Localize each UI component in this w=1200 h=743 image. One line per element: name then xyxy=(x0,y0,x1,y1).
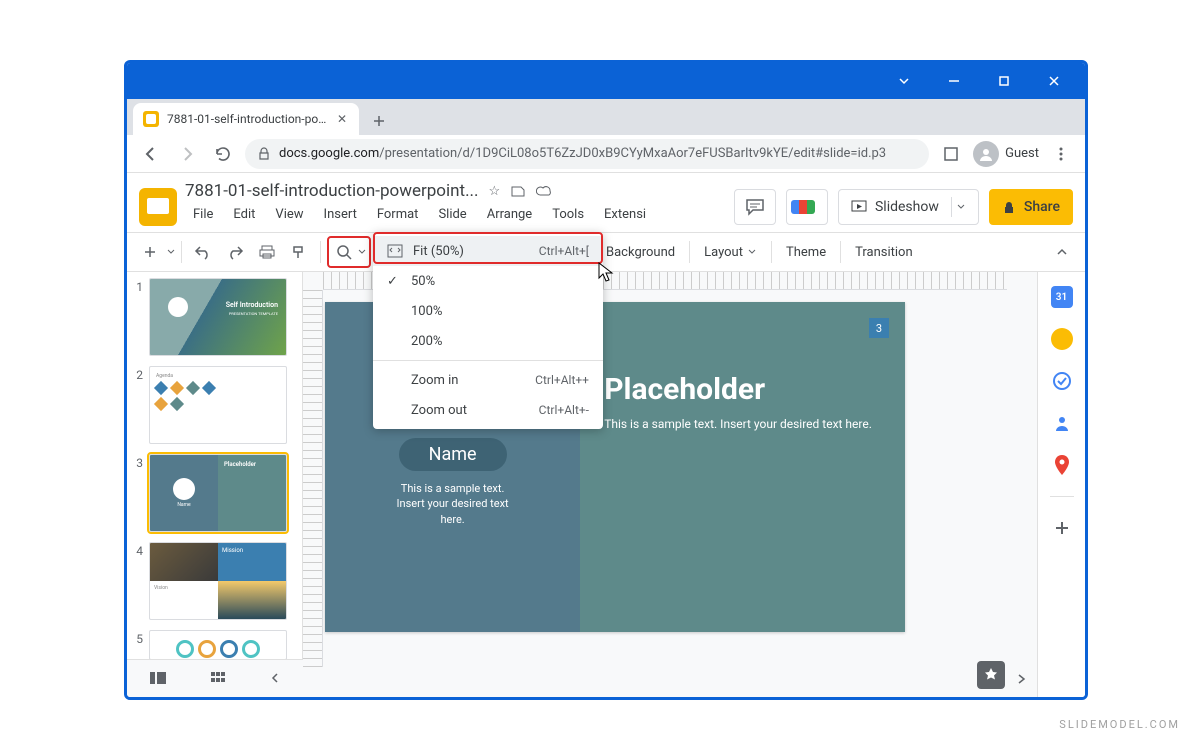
zoom-in-item[interactable]: Zoom inCtrl+Alt++ xyxy=(373,365,603,395)
avatar-icon xyxy=(973,141,999,167)
slide-thumb-3[interactable]: Name Placeholder xyxy=(149,454,287,532)
workspace: 1 Self Introduction PRESENTATION TEMPLAT… xyxy=(127,272,1085,697)
new-slide-button[interactable] xyxy=(135,237,165,267)
slide-filmstrip: 1 Self Introduction PRESENTATION TEMPLAT… xyxy=(127,272,303,659)
address-bar: docs.google.com/presentation/d/1D9CiL08o… xyxy=(127,135,1085,173)
slideshow-button[interactable]: Slideshow xyxy=(838,189,979,225)
fit-icon xyxy=(387,244,403,258)
grid-view-icon[interactable] xyxy=(210,671,226,685)
move-icon[interactable] xyxy=(510,183,526,199)
menu-insert[interactable]: Insert xyxy=(316,203,365,226)
name-pill: Name xyxy=(399,438,507,471)
page-number-badge: 3 xyxy=(869,318,889,338)
omnibox[interactable]: docs.google.com/presentation/d/1D9CiL08o… xyxy=(245,139,929,169)
slides-favicon xyxy=(143,111,159,127)
profile-chip[interactable]: Guest xyxy=(973,141,1039,167)
tab-close-icon[interactable]: ✕ xyxy=(335,110,349,128)
extension-icon[interactable] xyxy=(937,140,965,168)
print-button[interactable] xyxy=(252,237,282,267)
url-text: docs.google.com/presentation/d/1D9CiL08o… xyxy=(279,146,886,161)
collapse-filmstrip-icon[interactable] xyxy=(269,671,281,685)
zoom-icon xyxy=(331,237,357,267)
undo-button[interactable] xyxy=(188,237,218,267)
menu-slide[interactable]: Slide xyxy=(430,203,474,226)
slide-thumb-2[interactable]: Agenda xyxy=(149,366,287,444)
theme-button[interactable]: Theme xyxy=(778,237,834,267)
tab-strip: 7881-01-self-introduction-powe ✕ xyxy=(127,99,1085,135)
lock-icon xyxy=(257,147,271,161)
side-panel: 31 xyxy=(1037,272,1085,697)
menu-file[interactable]: File xyxy=(185,203,221,226)
chrome-menu-icon[interactable] xyxy=(1047,140,1075,168)
paint-format-button[interactable] xyxy=(284,237,314,267)
menu-tools[interactable]: Tools xyxy=(544,203,592,226)
zoom-menu: Fit (50%) Ctrl+Alt+[ ✓50% 100% 200% Zoom… xyxy=(373,232,603,429)
maps-icon[interactable] xyxy=(1051,454,1073,476)
menu-format[interactable]: Format xyxy=(369,203,427,226)
slide-subtitle: This is a sample text. Insert your desir… xyxy=(604,417,881,431)
menu-view[interactable]: View xyxy=(267,203,311,226)
scroll-right-icon[interactable] xyxy=(1011,669,1031,689)
explore-button[interactable] xyxy=(977,661,1005,689)
menu-bar: File Edit View Insert Format Slide Arran… xyxy=(185,201,666,232)
cloud-status-icon[interactable] xyxy=(536,184,554,198)
collapse-toolbar-button[interactable] xyxy=(1047,237,1077,267)
nav-reload-icon[interactable] xyxy=(209,140,237,168)
contacts-icon[interactable] xyxy=(1051,412,1073,434)
window-dropdown[interactable] xyxy=(881,66,927,96)
keep-icon[interactable] xyxy=(1051,328,1073,350)
zoom-50-item[interactable]: ✓50% xyxy=(373,266,603,296)
menu-arrange[interactable]: Arrange xyxy=(479,203,540,226)
window-close[interactable] xyxy=(1031,66,1077,96)
check-icon: ✓ xyxy=(387,274,401,289)
filmstrip-view-icon[interactable] xyxy=(149,671,167,685)
redo-button[interactable] xyxy=(220,237,250,267)
guest-label: Guest xyxy=(1005,146,1039,161)
star-icon[interactable]: ☆ xyxy=(489,184,501,199)
zoom-200-item[interactable]: 200% xyxy=(373,326,603,356)
slide-thumb-5[interactable] xyxy=(149,630,287,659)
new-slide-dropdown-icon[interactable] xyxy=(167,244,175,260)
calendar-icon[interactable]: 31 xyxy=(1051,286,1073,308)
zoom-100-item[interactable]: 100% xyxy=(373,296,603,326)
window-minimize[interactable] xyxy=(931,66,977,96)
slides-logo-icon[interactable] xyxy=(139,188,177,226)
transition-button[interactable]: Transition xyxy=(847,237,921,267)
nav-forward-icon[interactable] xyxy=(173,140,201,168)
zoom-button-highlighted[interactable] xyxy=(327,236,371,268)
ruler-vertical xyxy=(303,290,323,667)
zoom-dropdown-icon xyxy=(357,244,367,260)
cursor-icon xyxy=(596,262,614,284)
menu-extensions[interactable]: Extensi xyxy=(596,203,654,226)
app-header: 7881-01-self-introduction-powerpoint... … xyxy=(127,173,1085,232)
filmstrip-footer xyxy=(127,659,303,697)
watermark: SLIDEMODEL.COM xyxy=(1059,718,1180,731)
window-maximize[interactable] xyxy=(981,66,1027,96)
new-tab-button[interactable] xyxy=(365,107,393,135)
layout-button[interactable]: Layout xyxy=(696,237,765,267)
add-addon-icon[interactable] xyxy=(1051,517,1073,539)
slide-thumb-1[interactable]: Self Introduction PRESENTATION TEMPLATE xyxy=(149,278,287,356)
meet-button[interactable] xyxy=(786,189,828,225)
tasks-icon[interactable] xyxy=(1051,370,1073,392)
window-titlebar xyxy=(127,63,1085,99)
slides-app: 7881-01-self-introduction-powerpoint... … xyxy=(127,173,1085,697)
menu-edit[interactable]: Edit xyxy=(225,203,263,226)
slide-right-panel: 3 Placeholder This is a sample text. Ins… xyxy=(580,302,905,632)
slide-title: Placeholder xyxy=(604,372,881,407)
doc-title[interactable]: 7881-01-self-introduction-powerpoint... xyxy=(185,181,479,201)
zoom-fit-item[interactable]: Fit (50%) Ctrl+Alt+[ xyxy=(373,236,603,266)
left-sample-text: This is a sample text. Insert your desir… xyxy=(397,481,509,527)
browser-tab[interactable]: 7881-01-self-introduction-powe ✕ xyxy=(133,103,359,135)
share-button[interactable]: Share xyxy=(989,189,1073,225)
browser-window: 7881-01-self-introduction-powe ✕ docs.go… xyxy=(124,60,1088,700)
comments-button[interactable] xyxy=(734,189,776,225)
zoom-out-item[interactable]: Zoom outCtrl+Alt+- xyxy=(373,395,603,425)
tab-title: 7881-01-self-introduction-powe xyxy=(167,112,327,126)
nav-back-icon[interactable] xyxy=(137,140,165,168)
slide-thumb-4[interactable]: Mission Vision xyxy=(149,542,287,620)
